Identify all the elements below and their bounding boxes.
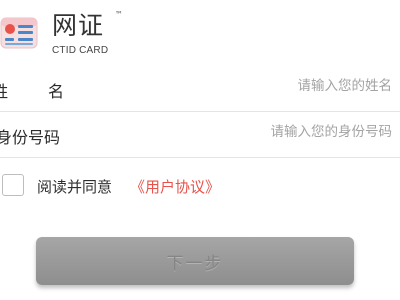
brand-subtitle: CTID CARD [52, 45, 109, 56]
agreement-text: 阅读并同意 [37, 178, 113, 196]
brand-name: 网证 [52, 11, 105, 40]
agreement-row: 阅读并同意 《用户协议》 [0, 172, 400, 200]
id-card-icon [0, 14, 40, 54]
user-agreement-link[interactable]: 《用户协议》 [130, 176, 220, 197]
next-step-button[interactable]: 下一步 [36, 237, 354, 285]
id-number-row: 身份号码 [0, 110, 400, 158]
id-number-input[interactable] [172, 124, 392, 140]
name-label-char-2: 名 [48, 82, 65, 101]
name-row: 姓名 [0, 64, 400, 112]
name-label-char-1: 姓 [0, 82, 9, 101]
name-label: 姓名 [0, 78, 64, 102]
ctid-login-page: 网证 ™ CTID CARD 姓名 身份号码 阅读并同意 《用户协议》 下一步 [0, 0, 400, 300]
agreement-checkbox[interactable] [2, 174, 24, 196]
id-number-label: 身份号码 [0, 128, 61, 147]
trademark-mark: ™ [115, 10, 123, 19]
name-input[interactable] [172, 78, 392, 94]
row-divider [0, 157, 400, 158]
next-step-label: 下一步 [166, 253, 224, 274]
